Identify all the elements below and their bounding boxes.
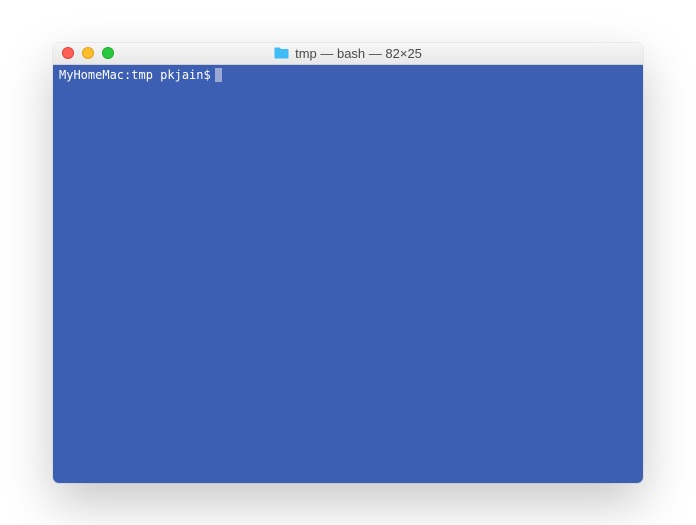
cursor: [215, 68, 222, 82]
close-button[interactable]: [62, 47, 74, 59]
window-title: tmp — bash — 82×25: [295, 46, 422, 61]
window-title-group: tmp — bash — 82×25: [274, 46, 422, 61]
terminal-body[interactable]: MyHomeMac:tmp pkjain$: [53, 65, 643, 483]
window-controls: [53, 47, 114, 59]
prompt-line: MyHomeMac:tmp pkjain$: [59, 68, 637, 83]
terminal-window: tmp — bash — 82×25 MyHomeMac:tmp pkjain$: [53, 43, 643, 483]
minimize-button[interactable]: [82, 47, 94, 59]
zoom-button[interactable]: [102, 47, 114, 59]
titlebar: tmp — bash — 82×25: [53, 43, 643, 65]
folder-icon: [274, 47, 289, 59]
shell-prompt: MyHomeMac:tmp pkjain$: [59, 68, 211, 83]
